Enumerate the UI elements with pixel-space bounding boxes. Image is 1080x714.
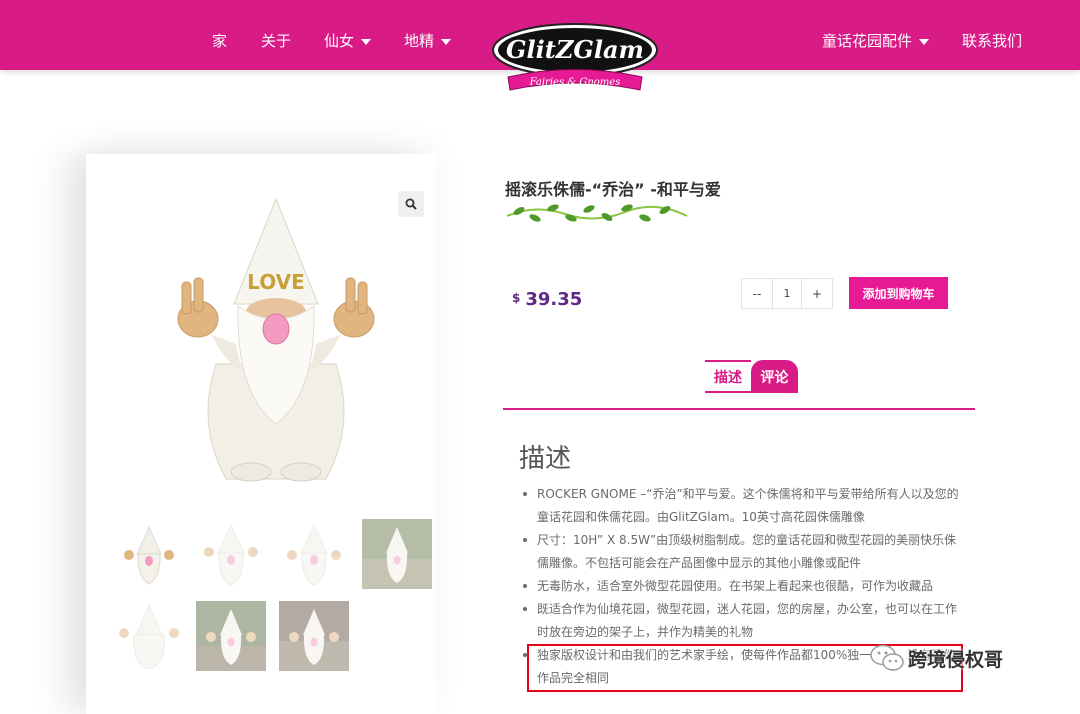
- product-thumbnail[interactable]: [196, 519, 266, 589]
- quantity-increase-button[interactable]: +: [802, 279, 832, 308]
- nav-fairies[interactable]: 仙女: [324, 30, 372, 52]
- nav-about[interactable]: 关于: [261, 30, 291, 52]
- nav-garden-accessories-label: 童话花园配件: [822, 32, 913, 50]
- logo-brand-text: GlitZGlam: [506, 35, 644, 64]
- price-amount: 39.35: [525, 289, 583, 310]
- quantity-decrease-button[interactable]: --: [742, 279, 772, 308]
- product-thumbnail[interactable]: [362, 519, 432, 589]
- zoom-button[interactable]: [398, 191, 424, 217]
- description-bullet: ROCKER GNOME –“乔治”和平与爱。这个侏儒将和平与爱带给所有人以及您…: [520, 483, 960, 529]
- description-heading: 描述: [519, 444, 572, 474]
- vine-divider-icon: [506, 204, 688, 222]
- product-thumbnail[interactable]: [114, 519, 184, 589]
- add-to-cart-button[interactable]: 添加到购物车: [849, 277, 948, 309]
- product-thumbnail[interactable]: [196, 601, 266, 671]
- product-price: $39.35: [512, 289, 582, 310]
- tab-reviews[interactable]: 评论: [751, 360, 798, 393]
- site-logo[interactable]: GlitZGlam Fairies & Gnomes: [490, 22, 660, 94]
- quantity-stepper: -- 1 +: [741, 278, 833, 309]
- gnome-main-image[interactable]: LOVE: [156, 194, 396, 484]
- search-icon: [405, 198, 417, 210]
- product-thumbnail[interactable]: [279, 519, 349, 589]
- chevron-down-icon: [919, 38, 930, 45]
- nav-contact[interactable]: 联系我们: [962, 30, 1022, 52]
- logo-tagline-text: Fairies & Gnomes: [529, 77, 621, 88]
- product-title: 摇滚乐侏儒-“乔治” -和平与爱: [505, 180, 721, 199]
- product-thumbnail[interactable]: [114, 601, 184, 671]
- product-gallery: LOVE: [86, 154, 436, 714]
- nav-fairies-label: 仙女: [324, 32, 355, 50]
- description-bullet: 尺寸：10H” X 8.5W”由顶级树脂制成。您的童话花园和微型花园的美丽快乐侏…: [520, 529, 960, 575]
- chevron-down-icon: [441, 38, 452, 45]
- nav-gnomes[interactable]: 地精: [404, 30, 452, 52]
- product-thumbnail[interactable]: [279, 601, 349, 671]
- description-bullet: 无毒防水，适合室外微型花园使用。在书架上看起来也很酷，可作为收藏品: [520, 575, 960, 598]
- chevron-down-icon: [361, 38, 372, 45]
- wechat-icon: [870, 644, 904, 671]
- nav-gnomes-label: 地精: [404, 32, 435, 50]
- nav-garden-accessories[interactable]: 童话花园配件: [822, 30, 930, 52]
- quantity-input[interactable]: 1: [772, 279, 802, 308]
- watermark: 跨境侵权哥: [870, 644, 1003, 672]
- hat-love-text: LOVE: [247, 270, 305, 294]
- price-currency: $: [512, 291, 521, 305]
- description-bullet: 既适合作为仙境花园，微型花园，迷人花园，您的房屋，办公室，也可以在工作时放在旁边…: [520, 598, 960, 644]
- tab-divider: [503, 408, 975, 410]
- tab-description[interactable]: 描述: [705, 360, 751, 393]
- nav-home[interactable]: 家: [212, 30, 227, 52]
- watermark-text: 跨境侵权哥: [908, 648, 1004, 671]
